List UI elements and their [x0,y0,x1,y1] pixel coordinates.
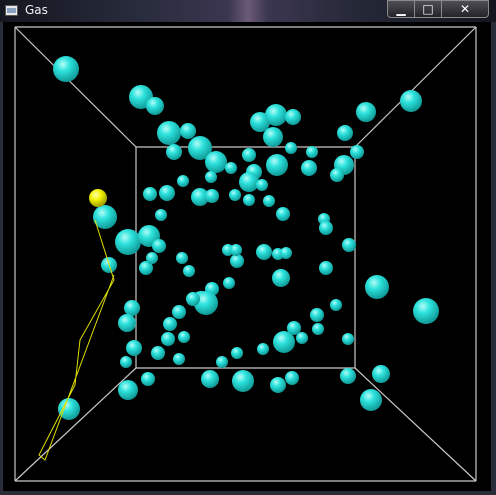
gas-molecule [285,142,297,154]
gas-molecule [263,127,283,147]
gas-molecule [230,254,244,268]
gas-molecule [205,189,219,203]
gas-molecule [126,340,142,356]
gas-molecule [330,168,344,182]
simulation-svg [14,26,477,482]
gas-molecule [319,221,333,235]
gas-molecule [161,332,175,346]
gas-molecule [342,238,356,252]
minimize-button[interactable]: ▁ [387,0,415,18]
gas-molecule [270,377,286,393]
gas-molecule [118,380,138,400]
gas-molecule [232,370,254,392]
gas-molecule [183,265,195,277]
gas-molecule [124,300,140,316]
gas-molecule [155,209,167,221]
title-bar[interactable]: Gas ▁ □ ✕ [0,0,496,22]
window-frame-right [491,22,496,495]
box-edge-top-right [354,26,477,148]
gas-molecule [256,244,272,260]
gas-molecule [263,195,275,207]
gas-molecule [201,370,219,388]
gas-molecule [172,305,186,319]
gas-molecule [178,331,190,343]
gas-molecule [115,229,141,255]
gas-molecule [176,252,188,264]
gas-molecule [239,172,259,192]
gas-molecule [159,185,175,201]
gas-molecule [266,154,288,176]
gas-molecule [350,145,364,159]
gas-molecule [141,372,155,386]
gas-molecule [360,389,382,411]
gas-molecule [257,343,269,355]
gas-molecule [256,179,268,191]
gas-molecule [301,160,317,176]
gas-molecule [146,97,164,115]
gas-molecule [306,146,318,158]
simulation-canvas[interactable] [3,22,491,491]
gas-molecule [230,244,242,256]
gas-molecule [243,194,255,206]
gas-molecule [53,56,79,82]
gas-molecule [372,365,390,383]
gas-molecule [287,321,301,335]
gas-molecule [310,308,324,322]
gas-molecule [216,356,228,368]
gas-molecule [157,121,181,145]
gas-molecule [231,347,243,359]
gas-molecule [180,123,196,139]
gas-molecule [330,299,342,311]
gas-molecule [400,90,422,112]
gas-molecule [356,102,376,122]
gas-molecule [177,175,189,187]
tracer-group [38,189,115,461]
gas-molecule [152,239,166,253]
gas-molecule [118,314,136,332]
app-icon[interactable] [5,5,18,16]
gas-molecule [365,275,389,299]
gas-molecule [223,277,235,289]
box-edge-top-left [14,26,137,148]
molecules-group [53,56,439,420]
gas-molecule [285,371,299,385]
gas-molecule [319,261,333,275]
gas-molecule [163,317,177,331]
gas-molecule [337,125,353,141]
gas-molecule [151,346,165,360]
maximize-button[interactable]: □ [414,0,442,18]
gas-molecule [312,323,324,335]
gas-molecule [265,104,287,126]
gas-molecule [205,151,227,173]
window-title: Gas [25,3,48,17]
gas-molecule [173,353,185,365]
gas-molecule [166,144,182,160]
gas-molecule [242,148,256,162]
gas-molecule [143,187,157,201]
gas-molecule [285,109,301,125]
gas-molecule [186,292,200,306]
gas-molecule [342,333,354,345]
gas-molecule [413,298,439,324]
tracer-molecule [89,189,107,207]
close-button[interactable]: ✕ [441,0,489,18]
gas-molecule [276,207,290,221]
gas-molecule [229,189,241,201]
gas-window: Gas ▁ □ ✕ [0,0,496,495]
gas-molecule [340,368,356,384]
window-frame-bottom [0,491,496,495]
box-edge-bottom-right [354,367,477,482]
gas-molecule [120,356,132,368]
gas-molecule [225,162,237,174]
gas-molecule [272,269,290,287]
gas-molecule [205,171,217,183]
gas-molecule [146,252,158,264]
gas-molecule [280,247,292,259]
